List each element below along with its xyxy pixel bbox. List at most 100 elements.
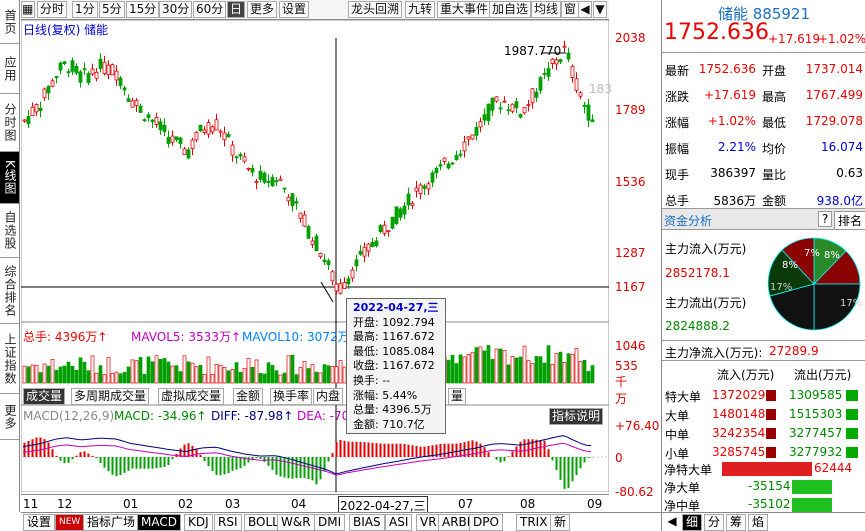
tab-volume-more[interactable]: 量 — [448, 388, 467, 405]
indicator-tab[interactable]: NEW — [55, 514, 85, 531]
quote-row: 振幅 2.21% 均价 16.074 — [662, 136, 865, 159]
candle-body — [454, 155, 459, 160]
tab-volume[interactable]: 成交量 — [23, 388, 66, 405]
tab-virtual-volume[interactable]: 虚拟成交量 — [158, 388, 225, 405]
tool-leader-review[interactable]: 龙头回溯 — [348, 1, 403, 18]
chevron-down-icon[interactable]: ▼ — [593, 1, 607, 18]
candle-body — [498, 107, 503, 110]
indicator-tab[interactable]: TRIX — [516, 514, 552, 531]
tab-amount[interactable]: 金额 — [233, 388, 264, 405]
order-outflow: 1309585 — [789, 388, 843, 402]
period-more[interactable]: 更多 — [247, 1, 278, 18]
price-label: 1536 — [615, 175, 646, 189]
candle-body — [222, 132, 227, 141]
candle-body — [26, 115, 31, 125]
order-outflow: 1515303 — [789, 407, 843, 421]
period-timeshare[interactable]: 分时 — [37, 1, 68, 18]
nav-kline[interactable]: K线图 — [0, 152, 19, 204]
indicator-tab[interactable]: BIAS — [349, 514, 385, 531]
tool-nine-turn[interactable]: 九转 — [405, 1, 436, 18]
volume-bar — [194, 366, 199, 384]
tab-flame[interactable]: 焰 — [748, 514, 769, 531]
indicator-tab[interactable]: 新 — [550, 514, 571, 531]
net-order-value: -35154 — [748, 479, 791, 493]
period-5min[interactable]: 5分 — [99, 1, 125, 18]
indicator-tab[interactable]: VR — [416, 514, 441, 531]
indicator-help-button[interactable]: 指标说明 — [549, 408, 604, 425]
volume-bar — [22, 365, 27, 384]
period-day[interactable]: 日 — [227, 1, 246, 18]
indicator-tab[interactable]: 设置 — [23, 514, 56, 531]
nav-timeshare[interactable]: 分时图 — [0, 94, 19, 152]
indicator-tab[interactable]: 指标广场 — [83, 514, 140, 531]
candle-body — [390, 216, 395, 229]
tool-window[interactable]: 窗 — [561, 1, 580, 18]
chevron-left-icon[interactable]: ◀ — [664, 514, 680, 528]
indicator-tab[interactable]: MACD — [137, 514, 181, 531]
volume-bar — [338, 360, 343, 384]
nav-apps[interactable]: 应用 — [0, 44, 19, 94]
candle-body — [426, 183, 431, 190]
grid-icon[interactable]: ▦ — [21, 1, 35, 18]
volume-bar — [66, 361, 71, 384]
quote-change: +17.619 — [768, 32, 821, 46]
tab-inner-volume[interactable]: 内盘 — [313, 388, 344, 405]
indicator-tab[interactable]: W&R — [277, 514, 315, 531]
nav-ranking[interactable]: 综合排名 — [0, 258, 19, 324]
tool-moving-average[interactable]: 均线 — [531, 1, 562, 18]
indicator-tab[interactable]: KDJ — [184, 514, 213, 531]
candle-body — [466, 136, 471, 140]
nav-home[interactable]: 首页 — [0, 0, 19, 44]
quote-value: 2.21% — [717, 140, 756, 154]
tool-major-events[interactable]: 重大事件 — [437, 1, 492, 18]
candle-body — [122, 87, 127, 91]
indicator-tab[interactable]: RSI — [214, 514, 242, 531]
tooltip-row: 涨幅: 5.44% — [353, 388, 418, 402]
candle-body — [534, 91, 539, 98]
tab-detail[interactable]: 细 — [682, 514, 703, 531]
kline-chart[interactable]: 日线(复权) 储能 2038 1789 1536 1287 1167 1987.… — [20, 19, 659, 499]
faded-label: 183 — [589, 82, 612, 96]
add-watchlist-button[interactable]: 加自选 — [489, 1, 532, 18]
volume-bar — [530, 363, 535, 384]
candle-body — [494, 96, 499, 102]
candle-tooltip: 2022-04-27,三 开盘: 1092.794 最高: 1167.672 最… — [346, 298, 446, 434]
indicator-tab[interactable]: ASI — [385, 514, 413, 531]
x-tick: 01 — [123, 497, 139, 511]
candle-body — [274, 180, 279, 183]
period-30min[interactable]: 30分 — [159, 1, 193, 18]
indicator-tab[interactable]: DMI — [314, 514, 346, 531]
candle-body — [370, 242, 375, 247]
quote-value: +17.619 — [703, 88, 756, 102]
period-15min[interactable]: 15分 — [126, 1, 160, 18]
tooltip-row: 开盘: 1092.794 — [353, 315, 435, 329]
period-60min[interactable]: 60分 — [193, 1, 227, 18]
tab-multi-period-volume[interactable]: 多周期成交量 — [71, 388, 150, 405]
settings-button[interactable]: 设置 — [279, 1, 310, 18]
macd-label: 0 — [615, 451, 623, 465]
capital-header: 资金分析 ? 排名 — [662, 208, 865, 230]
tab-minute[interactable]: 分 — [704, 514, 725, 531]
nav-watchlist[interactable]: 自选股 — [0, 204, 19, 258]
quote-label: 金额 — [762, 194, 787, 208]
volume-bar — [26, 366, 31, 384]
nav-more[interactable]: 更多 — [0, 394, 19, 440]
candle-body — [326, 260, 331, 265]
quote-value: 5836万 — [713, 194, 756, 208]
chevron-left-icon[interactable]: ◀ — [578, 1, 592, 18]
candle-body — [58, 62, 63, 71]
help-button[interactable]: ? — [818, 211, 833, 227]
tab-turnover[interactable]: 换手率 — [270, 388, 313, 405]
candle-body — [250, 167, 255, 173]
tab-chips[interactable]: 筹 — [726, 514, 747, 531]
volume-bar — [294, 374, 299, 384]
indicator-tabs-bar: 设置 NEW 指标广场 MACD KDJ RSI BOLL W&R DMI BIAS ASI VR AR… — [21, 512, 661, 531]
nav-shanghai-index[interactable]: 上证指数 — [0, 324, 19, 394]
period-1min[interactable]: 1分 — [72, 1, 98, 18]
rank-button[interactable]: 排名 — [834, 211, 865, 230]
candle-body — [394, 206, 399, 224]
volume-bar — [98, 365, 103, 384]
order-row: 中单 3242354 3277457 — [662, 424, 865, 443]
indicator-tab[interactable]: DPO — [469, 514, 503, 531]
volume-bar — [202, 374, 207, 384]
